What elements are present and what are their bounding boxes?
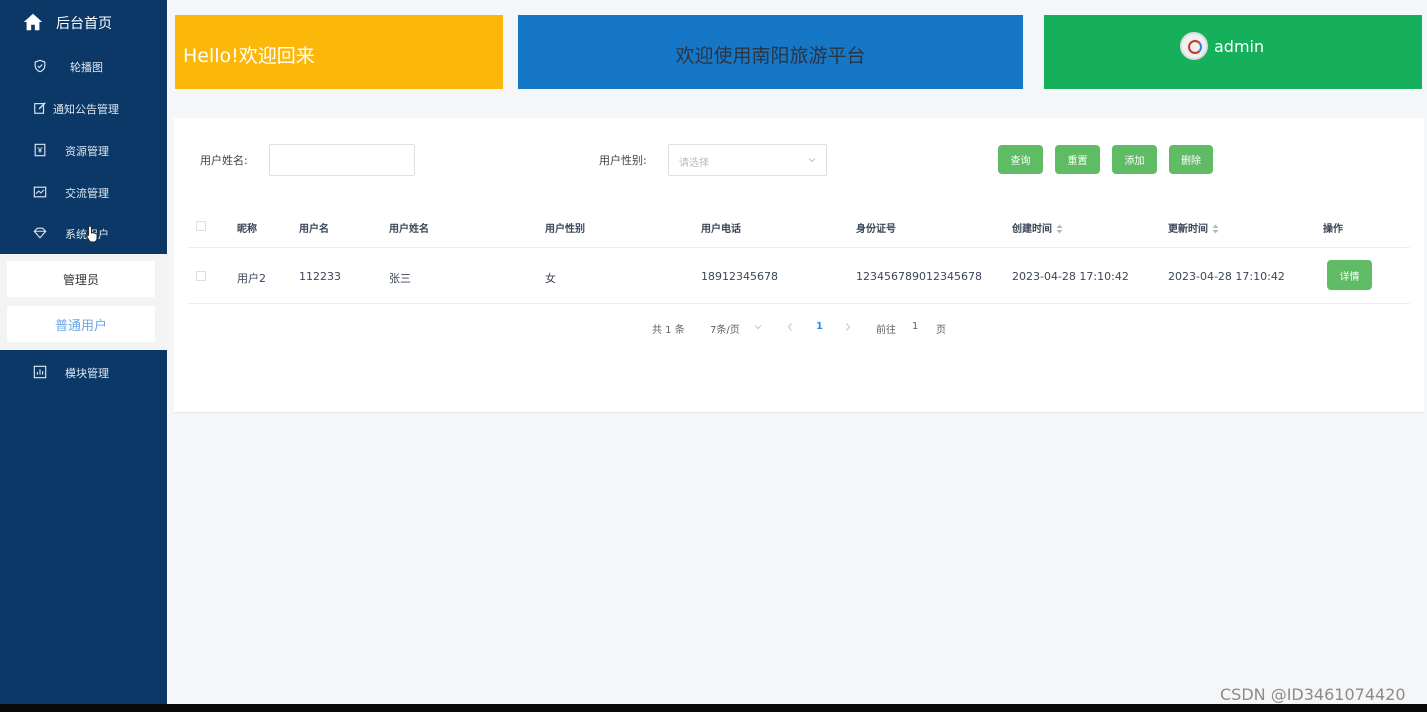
sidebar-home[interactable]: 后台首页 xyxy=(0,0,167,44)
page-number-current[interactable]: 1 xyxy=(816,321,823,332)
table-cell: 112233 xyxy=(299,270,341,283)
chevron-down-icon xyxy=(808,158,816,163)
select-all-checkbox[interactable] xyxy=(196,221,206,231)
sidebar-item-label: 模块管理 xyxy=(65,367,109,380)
row-checkbox[interactable] xyxy=(196,271,206,281)
chevron-right-icon[interactable] xyxy=(844,322,852,332)
sidebar-item-label: 通知公告管理 xyxy=(53,103,119,116)
sidebar-item-system-users[interactable]: 系统用户 xyxy=(0,213,167,253)
delete-button[interactable]: 删除 xyxy=(1169,145,1213,174)
query-button[interactable]: 查询 xyxy=(998,145,1043,174)
name-filter-input[interactable] xyxy=(269,144,415,176)
column-header-label: 创建时间 xyxy=(1012,224,1052,235)
chevron-left-icon[interactable] xyxy=(786,322,794,332)
user-list-panel: 用户姓名: 用户性别: 请选择 查询 重置 添加 删除 昵称 用户名 用户姓名 … xyxy=(174,118,1424,413)
column-header-sortable[interactable]: 创建时间 xyxy=(1012,220,1063,235)
add-button[interactable]: 添加 xyxy=(1112,145,1157,174)
sidebar-item-exchange[interactable]: 交流管理 xyxy=(0,172,167,212)
goto-page-input[interactable]: 1 xyxy=(912,321,918,332)
edit-icon xyxy=(34,102,46,114)
home-icon xyxy=(23,13,43,31)
submenu-item-admin[interactable]: 管理员 xyxy=(7,261,155,297)
sidebar-item-resources[interactable]: 资源管理 xyxy=(0,130,167,170)
submenu-item-normal-users[interactable]: 普通用户 xyxy=(7,306,155,342)
bar-chart-icon xyxy=(33,365,47,379)
table-divider xyxy=(188,303,1410,304)
pointer-cursor-icon xyxy=(86,225,98,243)
sidebar: 后台首页 轮播图 通知公告管理 资源管理 交流管理 系统用户 管理员 普通用户 … xyxy=(0,0,167,704)
page-size-select[interactable]: 7条/页 xyxy=(710,321,740,336)
column-header: 昵称 xyxy=(237,224,257,235)
bottom-bar xyxy=(0,704,1427,712)
table-divider xyxy=(188,247,1410,248)
hello-card: Hello!欢迎回来 xyxy=(175,15,503,89)
column-header: 身份证号 xyxy=(856,224,896,235)
sidebar-item-carousel[interactable]: 轮播图 xyxy=(0,46,167,86)
bookmark-icon xyxy=(34,143,46,157)
name-filter-label: 用户姓名: xyxy=(200,154,248,167)
column-header-label: 更新时间 xyxy=(1168,224,1208,235)
column-header: 用户姓名 xyxy=(389,224,429,235)
welcome-card: 欢迎使用南阳旅游平台 xyxy=(518,15,1023,89)
detail-button[interactable]: 详情 xyxy=(1327,260,1372,290)
table-cell: 女 xyxy=(545,272,556,285)
sidebar-item-label: 资源管理 xyxy=(65,145,109,158)
chevron-down-icon[interactable] xyxy=(754,323,762,331)
table-cell: 123456789012345678 xyxy=(856,270,982,283)
sort-icon[interactable] xyxy=(1056,224,1063,234)
page-unit-label: 页 xyxy=(936,325,946,336)
sidebar-item-notice[interactable]: 通知公告管理 xyxy=(0,88,167,128)
table-cell: 2023-04-28 17:10:42 xyxy=(1168,270,1285,283)
table-cell: 2023-04-28 17:10:42 xyxy=(1012,270,1129,283)
admin-card[interactable]: admin xyxy=(1044,15,1422,89)
watermark: CSDN @ID3461074420 xyxy=(1220,685,1406,704)
gender-filter-select[interactable]: 请选择 xyxy=(668,144,827,176)
trend-chart-icon xyxy=(33,186,47,198)
table-cell: 用户2 xyxy=(237,272,266,285)
admin-username: admin xyxy=(1214,37,1265,56)
column-header: 用户名 xyxy=(299,224,329,235)
sidebar-home-label: 后台首页 xyxy=(56,16,112,32)
column-header-sortable[interactable]: 更新时间 xyxy=(1168,220,1219,235)
gender-filter-label: 用户性别: xyxy=(599,154,647,167)
sidebar-item-label: 交流管理 xyxy=(65,187,109,200)
shield-check-icon xyxy=(34,59,46,73)
table-cell: 张三 xyxy=(389,272,411,285)
column-header: 操作 xyxy=(1323,224,1343,235)
sort-icon[interactable] xyxy=(1212,224,1219,234)
sidebar-item-modules[interactable]: 模块管理 xyxy=(0,352,167,392)
goto-label: 前往 xyxy=(876,325,896,336)
gem-icon xyxy=(33,227,47,239)
table-cell: 18912345678 xyxy=(701,270,778,283)
avatar[interactable] xyxy=(1180,32,1208,60)
pagination-total: 共 1 条 xyxy=(652,325,685,336)
sidebar-submenu: 管理员 普通用户 xyxy=(0,254,167,350)
gender-select-placeholder: 请选择 xyxy=(679,158,709,169)
column-header: 用户性别 xyxy=(545,224,585,235)
sidebar-item-label: 轮播图 xyxy=(70,61,103,74)
reset-button[interactable]: 重置 xyxy=(1055,145,1100,174)
welcome-text: 欢迎使用南阳旅游平台 xyxy=(675,45,866,67)
column-header: 用户电话 xyxy=(701,224,741,235)
hello-text: Hello!欢迎回来 xyxy=(183,45,315,67)
